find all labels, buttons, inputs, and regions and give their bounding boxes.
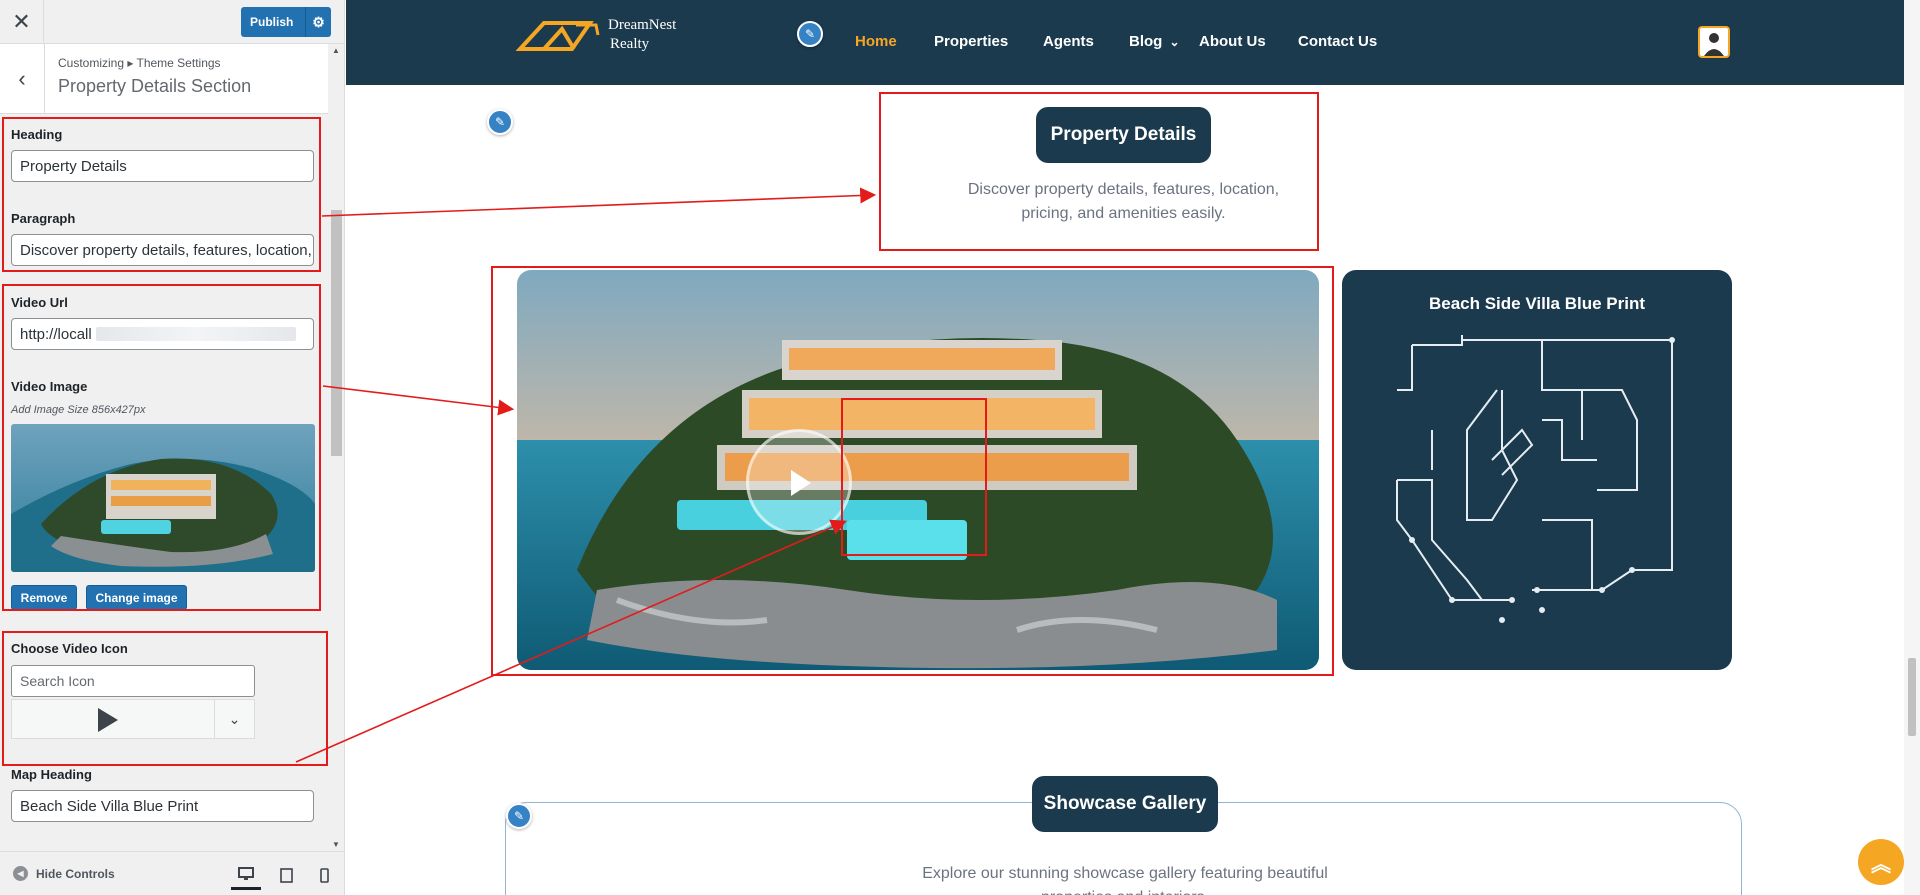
tablet-preview-icon[interactable] xyxy=(271,860,301,890)
desktop-preview-icon[interactable] xyxy=(231,860,261,890)
double-chevron-up-icon: ︽ xyxy=(1871,853,1891,876)
annotation-box-property-heading xyxy=(879,92,1319,251)
back-icon[interactable]: ‹ xyxy=(0,44,45,114)
nav-item-blog-label: Blog xyxy=(1129,33,1163,50)
map-heading: Beach Side Villa Blue Print xyxy=(1428,294,1646,313)
sidebar-scrollbar[interactable]: ▲ ▼ xyxy=(328,44,344,851)
gear-icon[interactable]: ⚙ xyxy=(305,7,331,37)
nav-item-properties[interactable]: Properties xyxy=(934,33,1008,50)
gallery-heading: Showcase Gallery xyxy=(1032,776,1218,832)
nav-item-contact[interactable]: Contact Us xyxy=(1298,33,1377,50)
customizer-sidebar: ✕ Publish ⚙ ‹ Customizing ▸ Theme Settin… xyxy=(0,0,345,895)
annotation-box-video-icon xyxy=(2,631,328,766)
blueprint-floorplan xyxy=(1396,335,1675,623)
scroll-down-icon[interactable]: ▼ xyxy=(332,840,340,849)
nav-item-home[interactable]: Home xyxy=(855,33,897,50)
customizer-footer: ◀ Hide Controls xyxy=(0,851,344,895)
logo-line-1: DreamNest xyxy=(608,17,677,33)
nav-item-about[interactable]: About Us xyxy=(1199,33,1266,50)
avatar[interactable] xyxy=(1698,26,1730,58)
site-header: DreamNest Realty ✎ Home Properties Agent… xyxy=(346,0,1904,85)
edit-section-pencil-icon[interactable]: ✎ xyxy=(487,109,513,135)
scrollbar-thumb[interactable] xyxy=(331,210,342,456)
publish-button[interactable]: Publish ⚙ xyxy=(241,7,331,37)
section-header: ‹ Customizing ▸ Theme Settings Property … xyxy=(0,44,328,114)
nav-item-agents[interactable]: Agents xyxy=(1043,33,1094,50)
scroll-to-top-button[interactable]: ︽ xyxy=(1858,839,1904,885)
close-icon[interactable]: ✕ xyxy=(0,0,44,44)
preview-scrollbar[interactable] xyxy=(1904,0,1920,895)
breadcrumb: Customizing ▸ Theme Settings xyxy=(58,56,221,70)
logo-text: DreamNest Realty xyxy=(608,16,676,54)
section-title: Property Details Section xyxy=(58,76,252,96)
chevron-down-icon: ⌄ xyxy=(1169,35,1180,49)
annotation-box-video xyxy=(2,284,321,611)
collapse-icon: ◀ xyxy=(13,866,28,881)
customizer-header: ✕ Publish ⚙ xyxy=(0,0,344,44)
publish-label: Publish xyxy=(250,15,294,29)
edit-gallery-pencil-icon[interactable]: ✎ xyxy=(506,803,532,829)
nav-item-blog[interactable]: Blog ⌄ xyxy=(1129,33,1180,50)
annotation-box-heading-paragraph xyxy=(2,117,321,272)
hide-controls-button[interactable]: ◀ Hide Controls xyxy=(13,866,115,881)
logo-line-2: Realty xyxy=(610,36,650,52)
site-preview: DreamNest Realty ✎ Home Properties Agent… xyxy=(346,0,1920,895)
annotation-box-play-icon xyxy=(841,398,987,556)
edit-menu-pencil-icon[interactable]: ✎ xyxy=(797,21,823,47)
hide-controls-label: Hide Controls xyxy=(36,866,115,881)
map-heading-input[interactable]: Beach Side Villa Blue Print xyxy=(11,790,314,822)
map-heading-label: Map Heading xyxy=(11,767,92,782)
mobile-preview-icon[interactable] xyxy=(309,860,339,890)
preview-scrollbar-thumb[interactable] xyxy=(1908,658,1916,736)
scroll-up-icon[interactable]: ▲ xyxy=(332,46,340,55)
map-card: Beach Side Villa Blue Print xyxy=(1342,270,1732,670)
gallery-paragraph: Explore our stunning showcase gallery fe… xyxy=(922,865,1328,895)
